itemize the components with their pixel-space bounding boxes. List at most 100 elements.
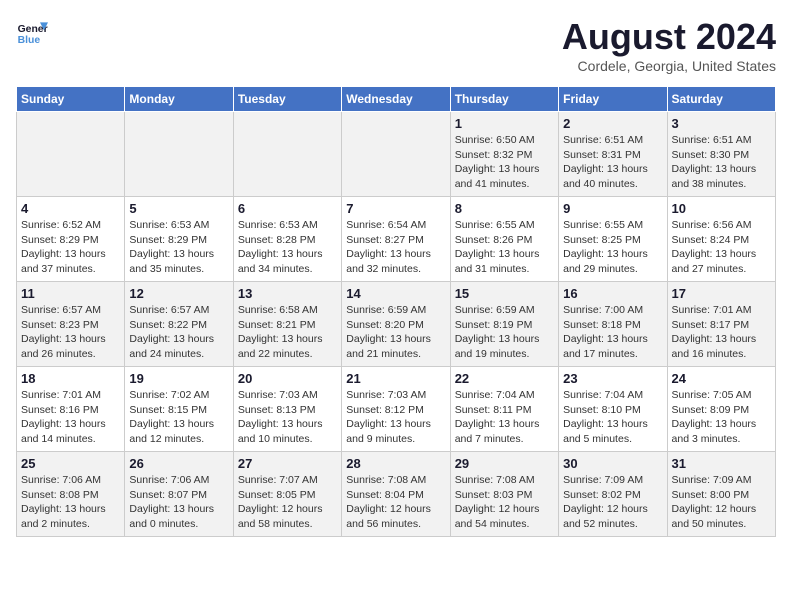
daylight-text: Daylight: 13 hours and 34 minutes.	[238, 247, 337, 276]
day-number: 28	[346, 456, 445, 471]
sunset-text: Sunset: 8:05 PM	[238, 488, 337, 503]
sunrise-text: Sunrise: 7:03 AM	[346, 388, 445, 403]
sunrise-text: Sunrise: 7:01 AM	[21, 388, 120, 403]
month-title: August 2024	[562, 16, 776, 58]
day-number: 19	[129, 371, 228, 386]
calendar-cell: 7Sunrise: 6:54 AMSunset: 8:27 PMDaylight…	[342, 197, 450, 282]
day-number: 4	[21, 201, 120, 216]
calendar-cell: 19 Sunrise: 7:02 AMSunset: 8:15 PMDayligh…	[125, 367, 233, 452]
calendar-cell: 17 Sunrise: 7:01 AMSunset: 8:17 PMDayligh…	[667, 282, 775, 367]
calendar-cell: 27Sunrise: 7:07 AMSunset: 8:05 PMDayligh…	[233, 452, 341, 537]
sunrise-text: Sunrise: 7:00 AM	[563, 303, 662, 318]
daylight-text: Daylight: 13 hours and 2 minutes.	[21, 502, 120, 531]
day-number: 16	[563, 286, 662, 301]
calendar-cell	[17, 112, 125, 197]
col-header-sunday: Sunday	[17, 87, 125, 112]
daylight-text: Daylight: 13 hours and 10 minutes.	[238, 417, 337, 446]
day-info: Sunrise: 6:57 AMSunset: 8:23 PMDaylight:…	[21, 303, 120, 362]
day-info: Sunrise: 7:04 AMSunset: 8:11 PMDaylight:…	[455, 388, 554, 447]
daylight-text: Daylight: 13 hours and 9 minutes.	[346, 417, 445, 446]
day-info: Sunrise: 6:58 AMSunset: 8:21 PMDaylight:…	[238, 303, 337, 362]
week-row-4: 18Sunrise: 7:01 AMSunset: 8:16 PMDayligh…	[17, 367, 776, 452]
sunrise-text: Sunrise: 7:01 AM	[672, 303, 771, 318]
day-info: Sunrise: 7:05 AMSunset: 8:09 PMDaylight:…	[672, 388, 771, 447]
calendar-cell: 24 Sunrise: 7:05 AMSunset: 8:09 PMDayligh…	[667, 367, 775, 452]
day-info: Sunrise: 7:01 AMSunset: 8:17 PMDaylight:…	[672, 303, 771, 362]
day-info: Sunrise: 7:08 AMSunset: 8:04 PMDaylight:…	[346, 473, 445, 532]
sunrise-text: Sunrise: 7:06 AM	[21, 473, 120, 488]
sunset-text: Sunset: 8:25 PM	[563, 233, 662, 248]
sunset-text: Sunset: 8:10 PM	[563, 403, 662, 418]
calendar-cell: 3Sunrise: 6:51 AMSunset: 8:30 PMDaylight…	[667, 112, 775, 197]
sunset-text: Sunset: 8:07 PM	[129, 488, 228, 503]
daylight-text: Daylight: 13 hours and 12 minutes.	[129, 417, 228, 446]
day-info: Sunrise: 7:03 AMSunset: 8:12 PMDaylight:…	[346, 388, 445, 447]
daylight-text: Daylight: 13 hours and 40 minutes.	[563, 162, 662, 191]
sunrise-text: Sunrise: 6:52 AM	[21, 218, 120, 233]
calendar-table: SundayMondayTuesdayWednesdayThursdayFrid…	[16, 86, 776, 537]
daylight-text: Daylight: 12 hours and 50 minutes.	[672, 502, 771, 531]
sunrise-text: Sunrise: 6:58 AM	[238, 303, 337, 318]
col-header-monday: Monday	[125, 87, 233, 112]
day-info: Sunrise: 7:06 AMSunset: 8:08 PMDaylight:…	[21, 473, 120, 532]
day-number: 24	[672, 371, 771, 386]
day-info: Sunrise: 6:50 AMSunset: 8:32 PMDaylight:…	[455, 133, 554, 192]
daylight-text: Daylight: 13 hours and 35 minutes.	[129, 247, 228, 276]
day-number: 17	[672, 286, 771, 301]
sunrise-text: Sunrise: 6:57 AM	[129, 303, 228, 318]
daylight-text: Daylight: 13 hours and 22 minutes.	[238, 332, 337, 361]
day-info: Sunrise: 7:03 AMSunset: 8:13 PMDaylight:…	[238, 388, 337, 447]
calendar-cell	[342, 112, 450, 197]
day-info: Sunrise: 6:55 AMSunset: 8:26 PMDaylight:…	[455, 218, 554, 277]
day-info: Sunrise: 7:09 AMSunset: 8:00 PMDaylight:…	[672, 473, 771, 532]
day-info: Sunrise: 7:00 AMSunset: 8:18 PMDaylight:…	[563, 303, 662, 362]
calendar-cell: 22 Sunrise: 7:04 AMSunset: 8:11 PMDayligh…	[450, 367, 558, 452]
sunset-text: Sunset: 8:28 PM	[238, 233, 337, 248]
sunset-text: Sunset: 8:29 PM	[21, 233, 120, 248]
day-number: 29	[455, 456, 554, 471]
sunset-text: Sunset: 8:13 PM	[238, 403, 337, 418]
sunrise-text: Sunrise: 7:07 AM	[238, 473, 337, 488]
daylight-text: Daylight: 13 hours and 5 minutes.	[563, 417, 662, 446]
location-subtitle: Cordele, Georgia, United States	[562, 58, 776, 74]
days-header-row: SundayMondayTuesdayWednesdayThursdayFrid…	[17, 87, 776, 112]
day-info: Sunrise: 7:08 AMSunset: 8:03 PMDaylight:…	[455, 473, 554, 532]
sunrise-text: Sunrise: 7:05 AM	[672, 388, 771, 403]
daylight-text: Daylight: 13 hours and 7 minutes.	[455, 417, 554, 446]
sunrise-text: Sunrise: 7:03 AM	[238, 388, 337, 403]
week-row-3: 11Sunrise: 6:57 AMSunset: 8:23 PMDayligh…	[17, 282, 776, 367]
calendar-cell: 2Sunrise: 6:51 AMSunset: 8:31 PMDaylight…	[559, 112, 667, 197]
sunset-text: Sunset: 8:19 PM	[455, 318, 554, 333]
calendar-cell: 16 Sunrise: 7:00 AMSunset: 8:18 PMDayligh…	[559, 282, 667, 367]
daylight-text: Daylight: 13 hours and 26 minutes.	[21, 332, 120, 361]
day-info: Sunrise: 6:51 AMSunset: 8:30 PMDaylight:…	[672, 133, 771, 192]
calendar-cell: 11Sunrise: 6:57 AMSunset: 8:23 PMDayligh…	[17, 282, 125, 367]
page-header: General Blue General Blue August 2024 Co…	[16, 16, 776, 74]
day-info: Sunrise: 7:06 AMSunset: 8:07 PMDaylight:…	[129, 473, 228, 532]
day-number: 14	[346, 286, 445, 301]
sunset-text: Sunset: 8:11 PM	[455, 403, 554, 418]
calendar-cell: 14Sunrise: 6:59 AMSunset: 8:20 PMDayligh…	[342, 282, 450, 367]
sunset-text: Sunset: 8:04 PM	[346, 488, 445, 503]
calendar-cell: 4 Sunrise: 6:52 AMSunset: 8:29 PMDaylight…	[17, 197, 125, 282]
day-number: 10	[672, 201, 771, 216]
sunset-text: Sunset: 8:31 PM	[563, 148, 662, 163]
sunset-text: Sunset: 8:00 PM	[672, 488, 771, 503]
daylight-text: Daylight: 13 hours and 37 minutes.	[21, 247, 120, 276]
calendar-cell: 20Sunrise: 7:03 AMSunset: 8:13 PMDayligh…	[233, 367, 341, 452]
week-row-5: 25Sunrise: 7:06 AMSunset: 8:08 PMDayligh…	[17, 452, 776, 537]
svg-text:Blue: Blue	[18, 35, 41, 46]
day-number: 5	[129, 201, 228, 216]
sunrise-text: Sunrise: 7:09 AM	[672, 473, 771, 488]
sunrise-text: Sunrise: 7:06 AM	[129, 473, 228, 488]
day-info: Sunrise: 7:02 AMSunset: 8:15 PMDaylight:…	[129, 388, 228, 447]
sunset-text: Sunset: 8:30 PM	[672, 148, 771, 163]
calendar-cell: 25Sunrise: 7:06 AMSunset: 8:08 PMDayligh…	[17, 452, 125, 537]
calendar-cell: 18Sunrise: 7:01 AMSunset: 8:16 PMDayligh…	[17, 367, 125, 452]
sunset-text: Sunset: 8:27 PM	[346, 233, 445, 248]
sunset-text: Sunset: 8:17 PM	[672, 318, 771, 333]
day-number: 22	[455, 371, 554, 386]
calendar-cell: 29 Sunrise: 7:08 AMSunset: 8:03 PMDayligh…	[450, 452, 558, 537]
week-row-2: 4Sunrise: 6:52 AMSunset: 8:29 PMDaylight…	[17, 197, 776, 282]
calendar-cell: 13Sunrise: 6:58 AMSunset: 8:21 PMDayligh…	[233, 282, 341, 367]
